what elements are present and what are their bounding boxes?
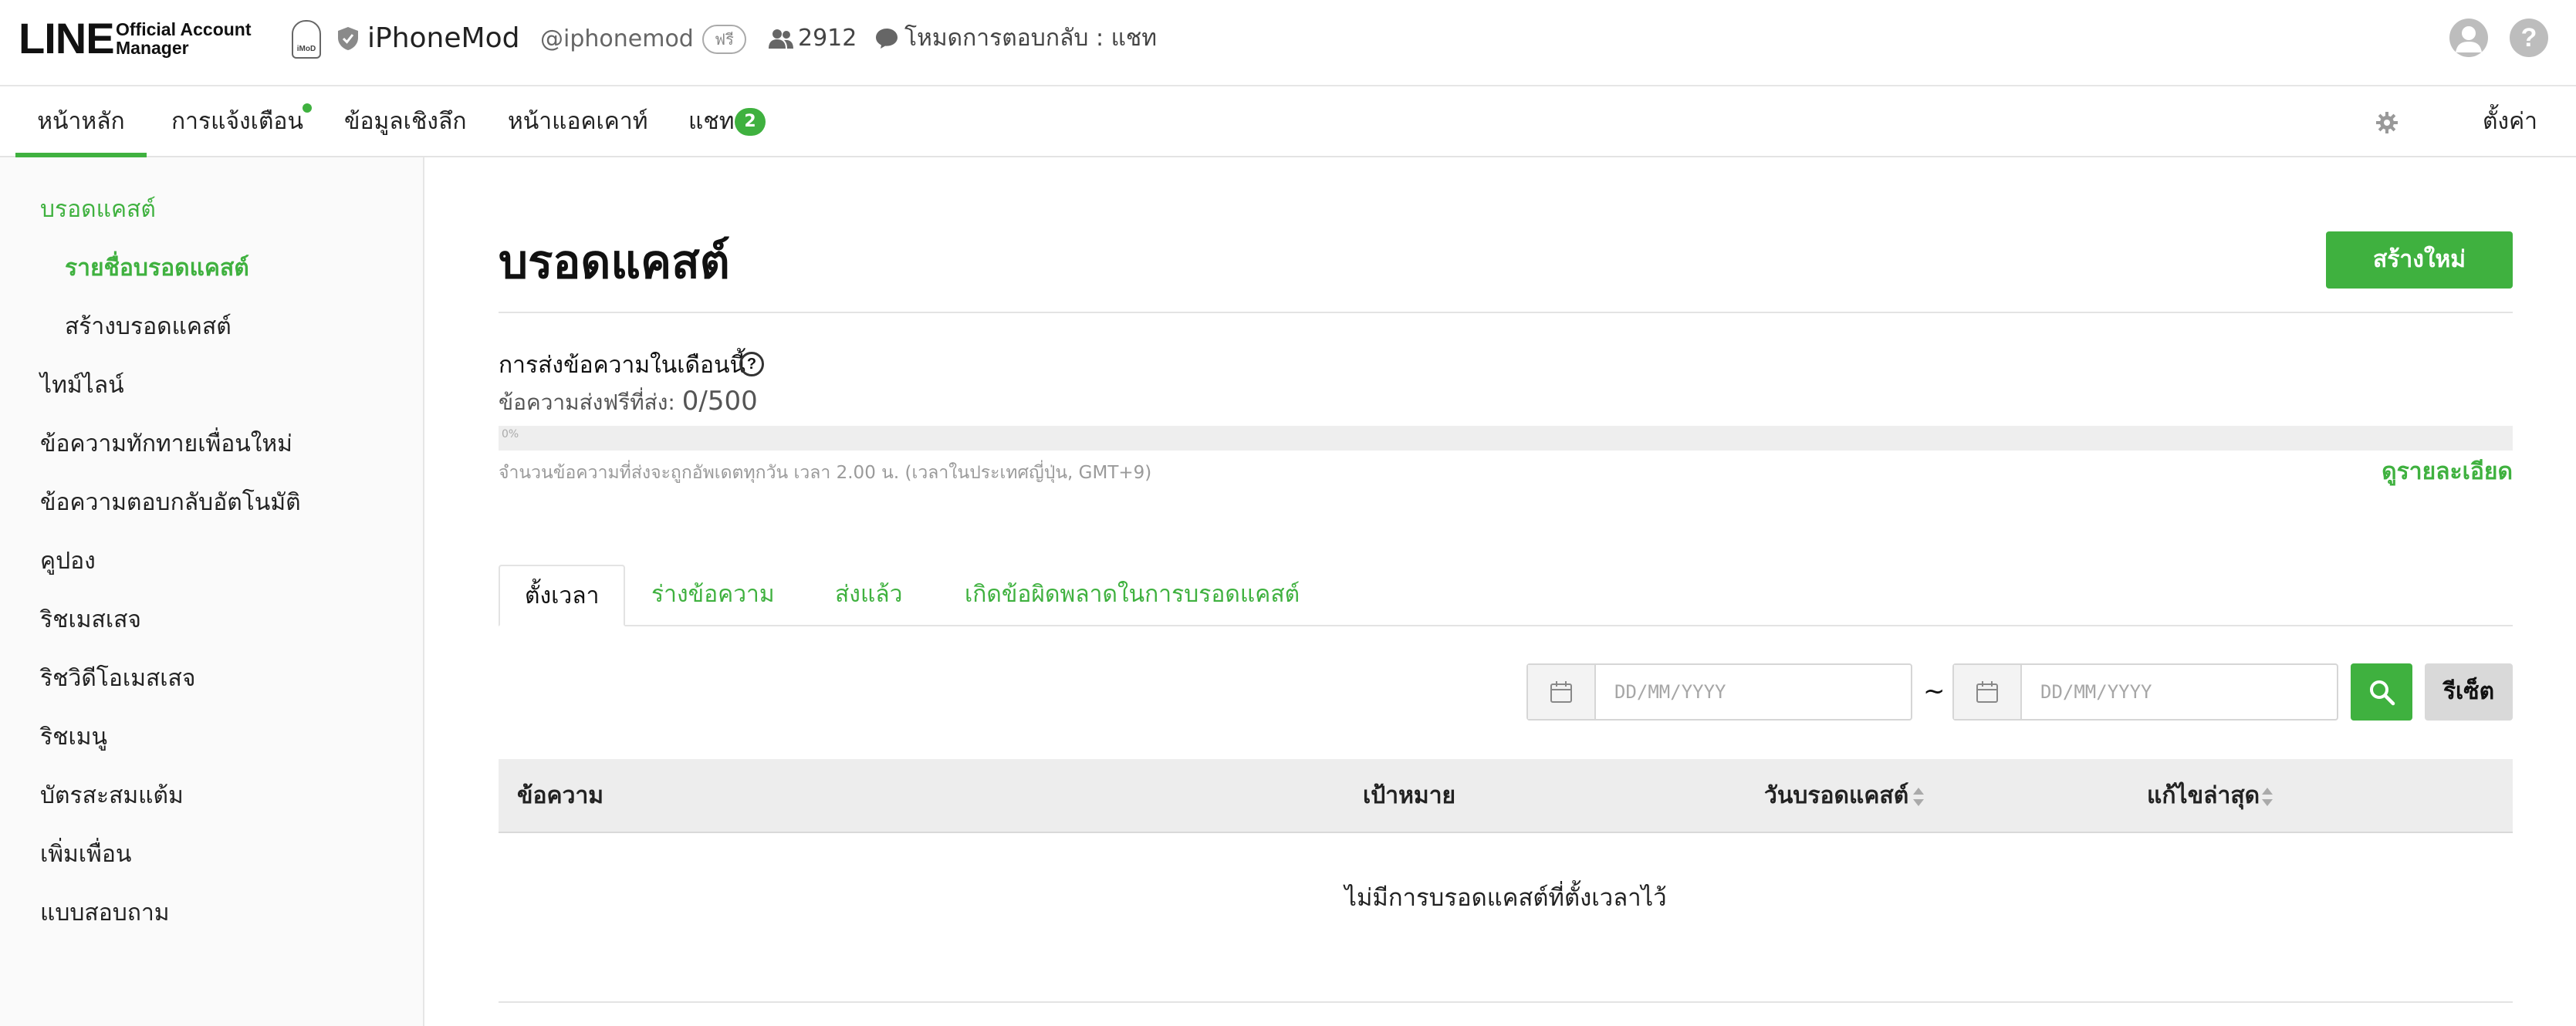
tab-chat[interactable]: แชท <box>688 86 734 157</box>
column-target: เป้าหมาย <box>1363 782 1456 809</box>
column-last-edited[interactable]: แก้ไขล่าสุด <box>2147 759 2260 833</box>
top-header: LINE Official Account Manager iMoD iPhon… <box>0 0 2576 86</box>
sidebar-item-add-friends[interactable]: เพิ่มเพื่อน <box>40 839 131 870</box>
tab-home[interactable]: หน้าหลัก <box>15 86 147 157</box>
empty-state-message: ไม่มีการบรอดแคสต์ที่ตั้งเวลาไว้ <box>1344 884 1667 912</box>
quota-update-note: จำนวนข้อความที่ส่งจะถูกอัพเดตทุกวัน เวลา… <box>499 463 1152 483</box>
end-date-picker <box>1952 663 2338 721</box>
account-name[interactable]: iPhoneMod <box>367 20 519 57</box>
page-title: บรอดแคสต์ <box>499 235 730 289</box>
tab-scheduled[interactable]: ตั้งเวลา <box>499 565 626 626</box>
gear-icon[interactable] <box>2375 111 2399 134</box>
start-date-picker <box>1526 663 1912 721</box>
reply-mode-status[interactable]: โหมดการตอบกลับ : แชท <box>904 23 1157 54</box>
people-icon <box>769 29 793 49</box>
tab-sent[interactable]: ส่งแล้ว <box>810 565 928 626</box>
main-content: บรอดแคสต์ สร้างใหม่ การส่งข้อความในเดือน… <box>426 157 2576 1026</box>
sidebar-item-broadcast[interactable]: บรอดแคสต์ <box>40 194 156 225</box>
sidebar-item-survey[interactable]: แบบสอบถาม <box>40 898 170 929</box>
search-button[interactable] <box>2351 663 2412 721</box>
sidebar-item-rich-menu[interactable]: ริชเมนู <box>40 722 107 753</box>
sort-icon[interactable] <box>1912 787 1925 807</box>
search-icon <box>2370 680 2395 706</box>
sidebar-item-rich-video[interactable]: ริชวิดีโอเมสเสจ <box>40 663 195 694</box>
settings-link[interactable]: ตั้งค่า <box>2483 86 2537 157</box>
sidebar-item-timeline[interactable]: ไทม์ไลน์ <box>40 370 124 401</box>
account-id: @iphonemod <box>540 25 694 52</box>
start-date-calendar-button[interactable] <box>1528 665 1596 719</box>
plan-badge: ฟรี <box>702 25 746 54</box>
end-date-input[interactable] <box>2022 665 2337 719</box>
chat-unread-badge: 2 <box>735 108 766 136</box>
view-details-link[interactable]: ดูรายละเอียด <box>2382 458 2513 486</box>
monthly-quota-label: การส่งข้อความในเดือนนี้ <box>499 352 746 379</box>
tab-insights[interactable]: ข้อมูลเชิงลึก <box>344 86 467 157</box>
quota-progress-percent: 0% <box>502 428 519 440</box>
subtabs-divider <box>499 625 2513 626</box>
shield-icon <box>338 27 358 50</box>
table-header: ข้อความ เป้าหมาย วันบรอดแคสต์ แก้ไขล่าสุ… <box>499 759 2513 833</box>
sidebar-item-auto-reply[interactable]: ข้อความตอบกลับอัตโนมัติ <box>40 488 301 518</box>
sidebar-item-coupons[interactable]: คูปอง <box>40 546 96 577</box>
tab-account-page[interactable]: หน้าแอคเคาท์ <box>508 86 648 157</box>
free-messages-value: 0/500 <box>681 386 758 417</box>
logo-subtitle: Official Account Manager <box>116 19 252 58</box>
sidebar-item-rich-message[interactable]: ริชเมสเสจ <box>40 605 141 636</box>
user-icon[interactable] <box>2449 19 2488 57</box>
table-bottom-border <box>499 1001 2513 1003</box>
sidebar-item-greeting[interactable]: ข้อความทักทายเพื่อนใหม่ <box>40 429 292 460</box>
date-range-separator: ~ <box>1923 676 1946 707</box>
create-new-button[interactable]: สร้างใหม่ <box>2326 231 2513 289</box>
quota-help-icon[interactable]: ? <box>739 352 764 376</box>
sidebar-item-reward-card[interactable]: บัตรสะสมแต้ม <box>40 781 184 812</box>
account-avatar[interactable]: iMoD <box>292 20 321 59</box>
notification-dot <box>303 103 312 113</box>
column-broadcast-date[interactable]: วันบรอดแคสต์ <box>1764 759 1908 833</box>
tab-notifications[interactable]: การแจ้งเตือน <box>171 86 303 157</box>
line-logo[interactable]: LINE <box>19 15 115 62</box>
tab-broadcast-errors[interactable]: เกิดข้อผิดพลาดในการบรอดแคสต์ <box>940 565 1324 626</box>
free-messages-sent: ข้อความส่งฟรีที่ส่ง: 0/500 <box>499 387 758 417</box>
main-nav: หน้าหลัก การแจ้งเตือน ข้อมูลเชิงลึก หน้า… <box>0 86 2576 157</box>
sidebar: บรอดแคสต์ รายชื่อบรอดแคสต์ สร้างบรอดแคสต… <box>0 157 424 1026</box>
reset-button[interactable]: รีเซ็ต <box>2425 663 2513 721</box>
sidebar-item-broadcast-list[interactable]: รายชื่อบรอดแคสต์ <box>65 253 249 284</box>
friends-count: 2912 <box>798 25 857 52</box>
tab-drafts[interactable]: ร่างข้อความ <box>627 565 800 626</box>
sidebar-item-create-broadcast[interactable]: สร้างบรอดแคสต์ <box>65 312 232 343</box>
calendar-icon <box>1976 681 1998 703</box>
quota-progress-bar: 0% <box>499 426 2513 451</box>
end-date-calendar-button[interactable] <box>1954 665 2022 719</box>
title-divider <box>499 312 2513 313</box>
start-date-input[interactable] <box>1596 665 1911 719</box>
sort-icon[interactable] <box>2261 787 2273 807</box>
column-message: ข้อความ <box>517 782 604 809</box>
calendar-icon <box>1550 681 1572 703</box>
chat-icon <box>876 29 898 49</box>
free-messages-label: ข้อความส่งฟรีที่ส่ง: <box>499 390 675 415</box>
help-icon[interactable]: ? <box>2510 19 2548 57</box>
